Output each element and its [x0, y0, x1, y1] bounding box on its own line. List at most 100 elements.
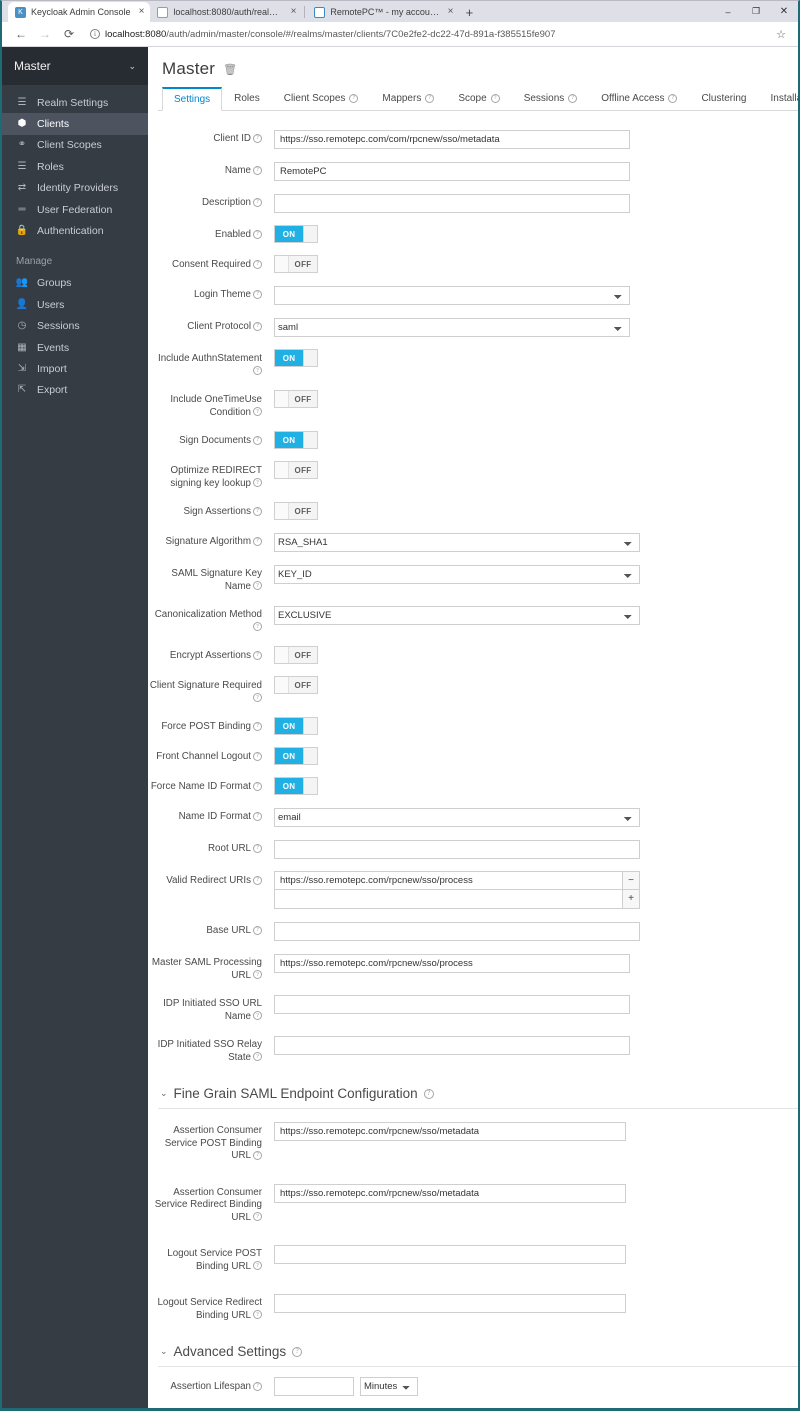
tab-settings[interactable]: Settings — [162, 87, 223, 111]
back-icon[interactable]: ← — [10, 23, 32, 45]
help-icon[interactable]: ? — [253, 229, 262, 239]
help-icon[interactable]: ? — [490, 94, 500, 103]
help-icon[interactable]: ? — [253, 407, 262, 417]
sidebar-item-events[interactable]: ▦ Events — [2, 337, 148, 358]
help-icon[interactable]: ? — [292, 1346, 303, 1357]
enabled-toggle[interactable]: ON — [274, 225, 318, 243]
remove-redirect-uri-button[interactable]: − — [622, 871, 640, 890]
sidebar-item-roles[interactable]: ☰ Roles — [2, 156, 148, 177]
saml-signature-key-name-select[interactable]: KEY_ID — [274, 565, 640, 584]
new-tab-button[interactable]: + — [459, 2, 479, 22]
sign-documents-toggle[interactable]: ON — [274, 431, 318, 449]
section-advanced-settings[interactable]: ⌄ Advanced Settings ? — [158, 1338, 798, 1367]
consent-required-toggle[interactable]: OFF — [274, 255, 318, 273]
idp-initiated-sso-relay-state-input[interactable] — [274, 1036, 630, 1055]
help-icon[interactable]: ? — [253, 1212, 262, 1222]
base-url-input[interactable] — [274, 922, 640, 941]
help-icon[interactable]: ? — [253, 506, 262, 516]
help-icon[interactable]: ? — [253, 970, 262, 980]
include-onetimeuse-condition-toggle[interactable]: OFF — [274, 390, 318, 408]
address-bar[interactable]: i localhost:8080/auth/admin/master/conso… — [82, 25, 774, 43]
tab-clustering[interactable]: Clustering — [689, 86, 758, 110]
help-icon[interactable]: ? — [423, 1088, 434, 1099]
help-icon[interactable]: ? — [253, 435, 262, 445]
client-protocol-select[interactable]: saml — [274, 318, 630, 337]
tab-installation[interactable]: Installation ? — [758, 86, 798, 110]
help-icon[interactable]: ? — [425, 94, 435, 103]
sidebar-item-users[interactable]: 👤 Users — [2, 294, 148, 315]
tab-roles[interactable]: Roles — [222, 86, 272, 110]
logout-redirect-binding-url-input[interactable] — [274, 1294, 626, 1313]
close-icon[interactable]: × — [288, 7, 297, 17]
help-icon[interactable]: ? — [253, 751, 262, 761]
help-icon[interactable]: ? — [253, 721, 262, 731]
help-icon[interactable]: ? — [253, 289, 262, 299]
acs-post-binding-url-input[interactable] — [274, 1122, 626, 1141]
assertion-lifespan-input[interactable] — [274, 1377, 354, 1396]
help-icon[interactable]: ? — [253, 843, 262, 853]
login-theme-select[interactable] — [274, 286, 630, 305]
site-info-icon[interactable]: i — [90, 29, 100, 39]
tab-mappers[interactable]: Mappers ? — [370, 86, 446, 110]
help-icon[interactable]: ? — [253, 622, 262, 632]
help-icon[interactable]: ? — [253, 925, 262, 935]
add-redirect-uri-button[interactable]: + — [622, 890, 640, 909]
browser-tab-keycloak[interactable]: K Keycloak Admin Console × — [8, 2, 151, 22]
help-icon[interactable]: ? — [568, 94, 578, 103]
help-icon[interactable]: ? — [253, 1150, 262, 1160]
force-name-id-format-toggle[interactable]: ON — [274, 777, 318, 795]
help-icon[interactable]: ? — [253, 1011, 262, 1021]
help-icon[interactable]: ? — [253, 478, 262, 488]
sidebar-item-user-federation[interactable]: ═ User Federation — [2, 199, 148, 220]
section-fine-grain-saml[interactable]: ⌄ Fine Grain SAML Endpoint Configuration… — [158, 1080, 798, 1109]
reload-icon[interactable]: ⟳ — [58, 23, 80, 45]
valid-redirect-uri-input[interactable] — [274, 890, 622, 909]
acs-redirect-binding-url-input[interactable] — [274, 1183, 626, 1203]
sidebar-item-identity-providers[interactable]: ⇄ Identity Providers — [2, 178, 148, 199]
idp-initiated-sso-url-name-input[interactable] — [274, 995, 630, 1014]
browser-tab-remotepc[interactable]: R RemotePC™ - my account infom × — [307, 2, 460, 22]
trash-icon[interactable]: 🗑 — [223, 63, 237, 76]
help-icon[interactable]: ? — [253, 536, 262, 546]
tab-scope[interactable]: Scope ? — [446, 86, 511, 110]
help-icon[interactable]: ? — [253, 197, 262, 207]
close-icon[interactable]: × — [136, 7, 145, 17]
help-icon[interactable]: ? — [253, 875, 262, 885]
sign-assertions-toggle[interactable]: OFF — [274, 502, 318, 520]
tab-offline-access[interactable]: Offline Access ? — [589, 86, 689, 110]
sidebar-item-export[interactable]: ⇱ Export — [2, 380, 148, 401]
front-channel-logout-toggle[interactable]: ON — [274, 747, 318, 765]
valid-redirect-uri-input[interactable] — [274, 871, 622, 890]
description-input[interactable] — [274, 194, 630, 213]
help-icon[interactable]: ? — [253, 1310, 262, 1320]
include-authn-statement-toggle[interactable]: ON — [274, 349, 318, 367]
help-icon[interactable]: ? — [253, 811, 262, 821]
help-icon[interactable]: ? — [253, 581, 262, 591]
help-icon[interactable]: ? — [253, 781, 262, 791]
sidebar-item-clients[interactable]: ⬢ Clients — [2, 113, 148, 135]
maximize-button[interactable]: ❐ — [742, 1, 770, 22]
help-icon[interactable]: ? — [253, 165, 262, 175]
sidebar-item-sessions[interactable]: ◷ Sessions — [2, 316, 148, 337]
realm-selector[interactable]: Master ⌄ — [2, 47, 148, 85]
optimize-redirect-toggle[interactable]: OFF — [274, 461, 318, 479]
help-icon[interactable]: ? — [668, 94, 678, 103]
help-icon[interactable]: ? — [253, 321, 262, 331]
help-icon[interactable]: ? — [253, 1381, 262, 1391]
force-post-binding-toggle[interactable]: ON — [274, 717, 318, 735]
encrypt-assertions-toggle[interactable]: OFF — [274, 646, 318, 664]
forward-icon[interactable]: → — [34, 23, 56, 45]
client-signature-required-toggle[interactable]: OFF — [274, 676, 318, 694]
sidebar-item-authentication[interactable]: 🔒 Authentication — [2, 220, 148, 241]
tab-client-scopes[interactable]: Client Scopes ? — [272, 86, 371, 110]
help-icon[interactable]: ? — [253, 133, 262, 143]
name-id-format-select[interactable]: email — [274, 808, 640, 827]
help-icon[interactable]: ? — [349, 94, 359, 103]
help-icon[interactable]: ? — [253, 650, 262, 660]
window-close-button[interactable]: ✕ — [770, 1, 798, 22]
minimize-button[interactable]: – — [714, 1, 742, 22]
sidebar-item-import[interactable]: ⇲ Import — [2, 358, 148, 379]
help-icon[interactable]: ? — [253, 366, 262, 376]
signature-algorithm-select[interactable]: RSA_SHA1 — [274, 533, 640, 552]
browser-tab-localhost[interactable]: ☀ localhost:8080/auth/realms/mas × — [150, 2, 303, 22]
